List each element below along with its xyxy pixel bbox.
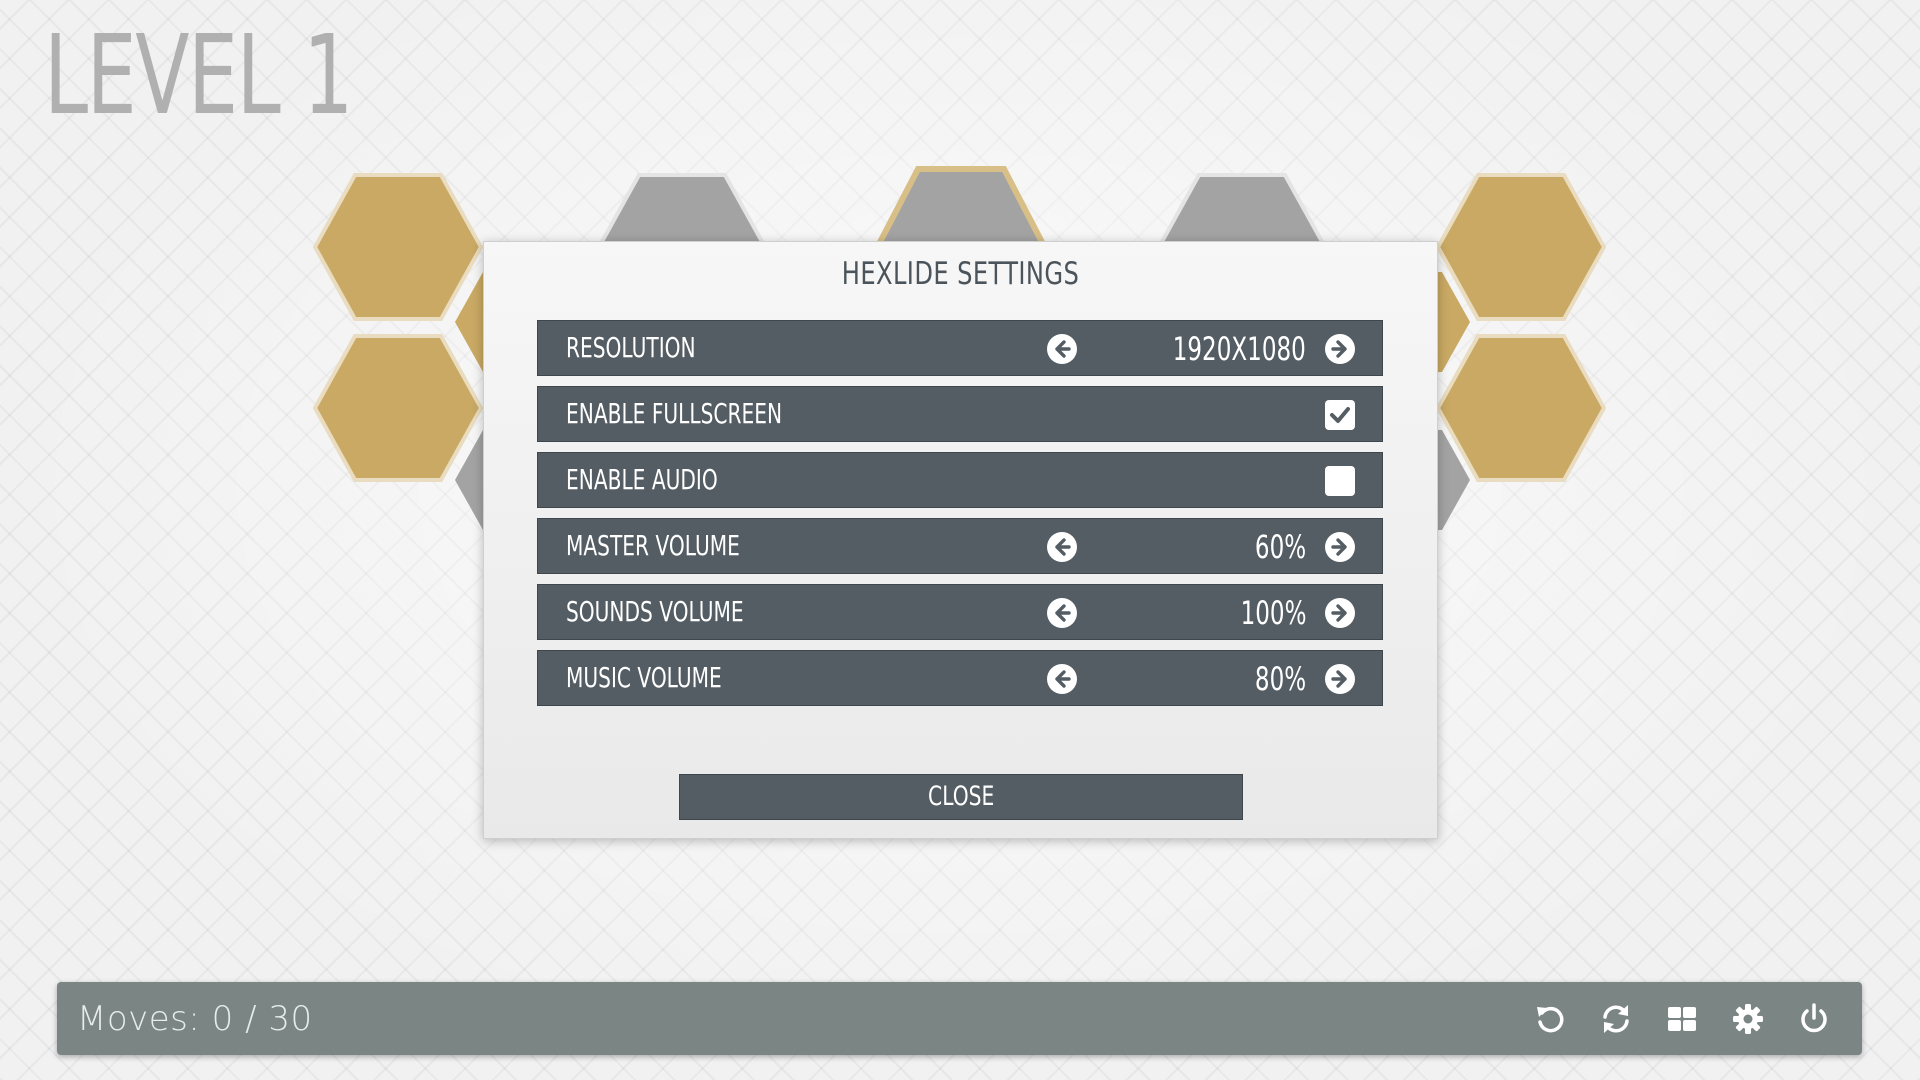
moves-counter: Moves: 0 / 30 (77, 999, 313, 1039)
bottom-bar: Moves: 0 / 30 (57, 982, 1862, 1055)
arrow-left-icon[interactable] (1047, 664, 1077, 694)
undo-icon[interactable] (1533, 1002, 1567, 1036)
setting-row-resolution: RESOLUTION 1920X1080 (537, 320, 1383, 376)
arrow-left-icon[interactable] (1047, 598, 1077, 628)
settings-gear-icon[interactable] (1731, 1002, 1765, 1036)
power-icon[interactable] (1797, 1002, 1831, 1036)
restart-icon[interactable] (1599, 1002, 1633, 1036)
audio-checkbox[interactable] (1325, 466, 1355, 496)
setting-row-audio: ENABLE AUDIO (537, 452, 1383, 508)
setting-label: MUSIC VOLUME (566, 661, 722, 694)
arrow-right-icon[interactable] (1325, 334, 1355, 364)
setting-row-sounds-volume: SOUNDS VOLUME 100% (537, 584, 1383, 640)
fullscreen-checkbox[interactable] (1325, 400, 1355, 430)
arrow-right-icon[interactable] (1325, 664, 1355, 694)
setting-row-music-volume: MUSIC VOLUME 80% (537, 650, 1383, 706)
setting-value: 1920X1080 (1172, 330, 1306, 368)
setting-row-master-volume: MASTER VOLUME 60% (537, 518, 1383, 574)
hex-tile-gold[interactable] (1436, 172, 1606, 322)
setting-value: 80% (1254, 660, 1306, 698)
setting-label: RESOLUTION (566, 331, 696, 364)
moves-value: 0 / 30 (211, 999, 313, 1039)
close-button[interactable]: CLOSE (679, 774, 1243, 820)
setting-value: 100% (1240, 594, 1306, 632)
arrow-left-icon[interactable] (1047, 334, 1077, 364)
setting-label: ENABLE FULLSCREEN (566, 397, 783, 430)
moves-label: Moves: (77, 999, 201, 1039)
hex-tile-gold[interactable] (1436, 333, 1606, 483)
arrow-right-icon[interactable] (1325, 598, 1355, 628)
level-title: LEVEL 1 (44, 11, 353, 139)
arrow-left-icon[interactable] (1047, 532, 1077, 562)
setting-label: MASTER VOLUME (566, 529, 740, 562)
checkmark-icon (1330, 407, 1350, 423)
close-button-label: CLOSE (927, 781, 995, 812)
arrow-right-icon[interactable] (1325, 532, 1355, 562)
setting-label: SOUNDS VOLUME (566, 595, 744, 628)
level-select-icon[interactable] (1665, 1002, 1699, 1036)
dialog-title: HEXLIDE SETTINGS (841, 256, 1080, 292)
setting-row-fullscreen: ENABLE FULLSCREEN (537, 386, 1383, 442)
settings-dialog: HEXLIDE SETTINGS RESOLUTION 1920X1080 EN… (483, 241, 1438, 839)
setting-label: ENABLE AUDIO (566, 463, 718, 496)
setting-value: 60% (1254, 528, 1306, 566)
